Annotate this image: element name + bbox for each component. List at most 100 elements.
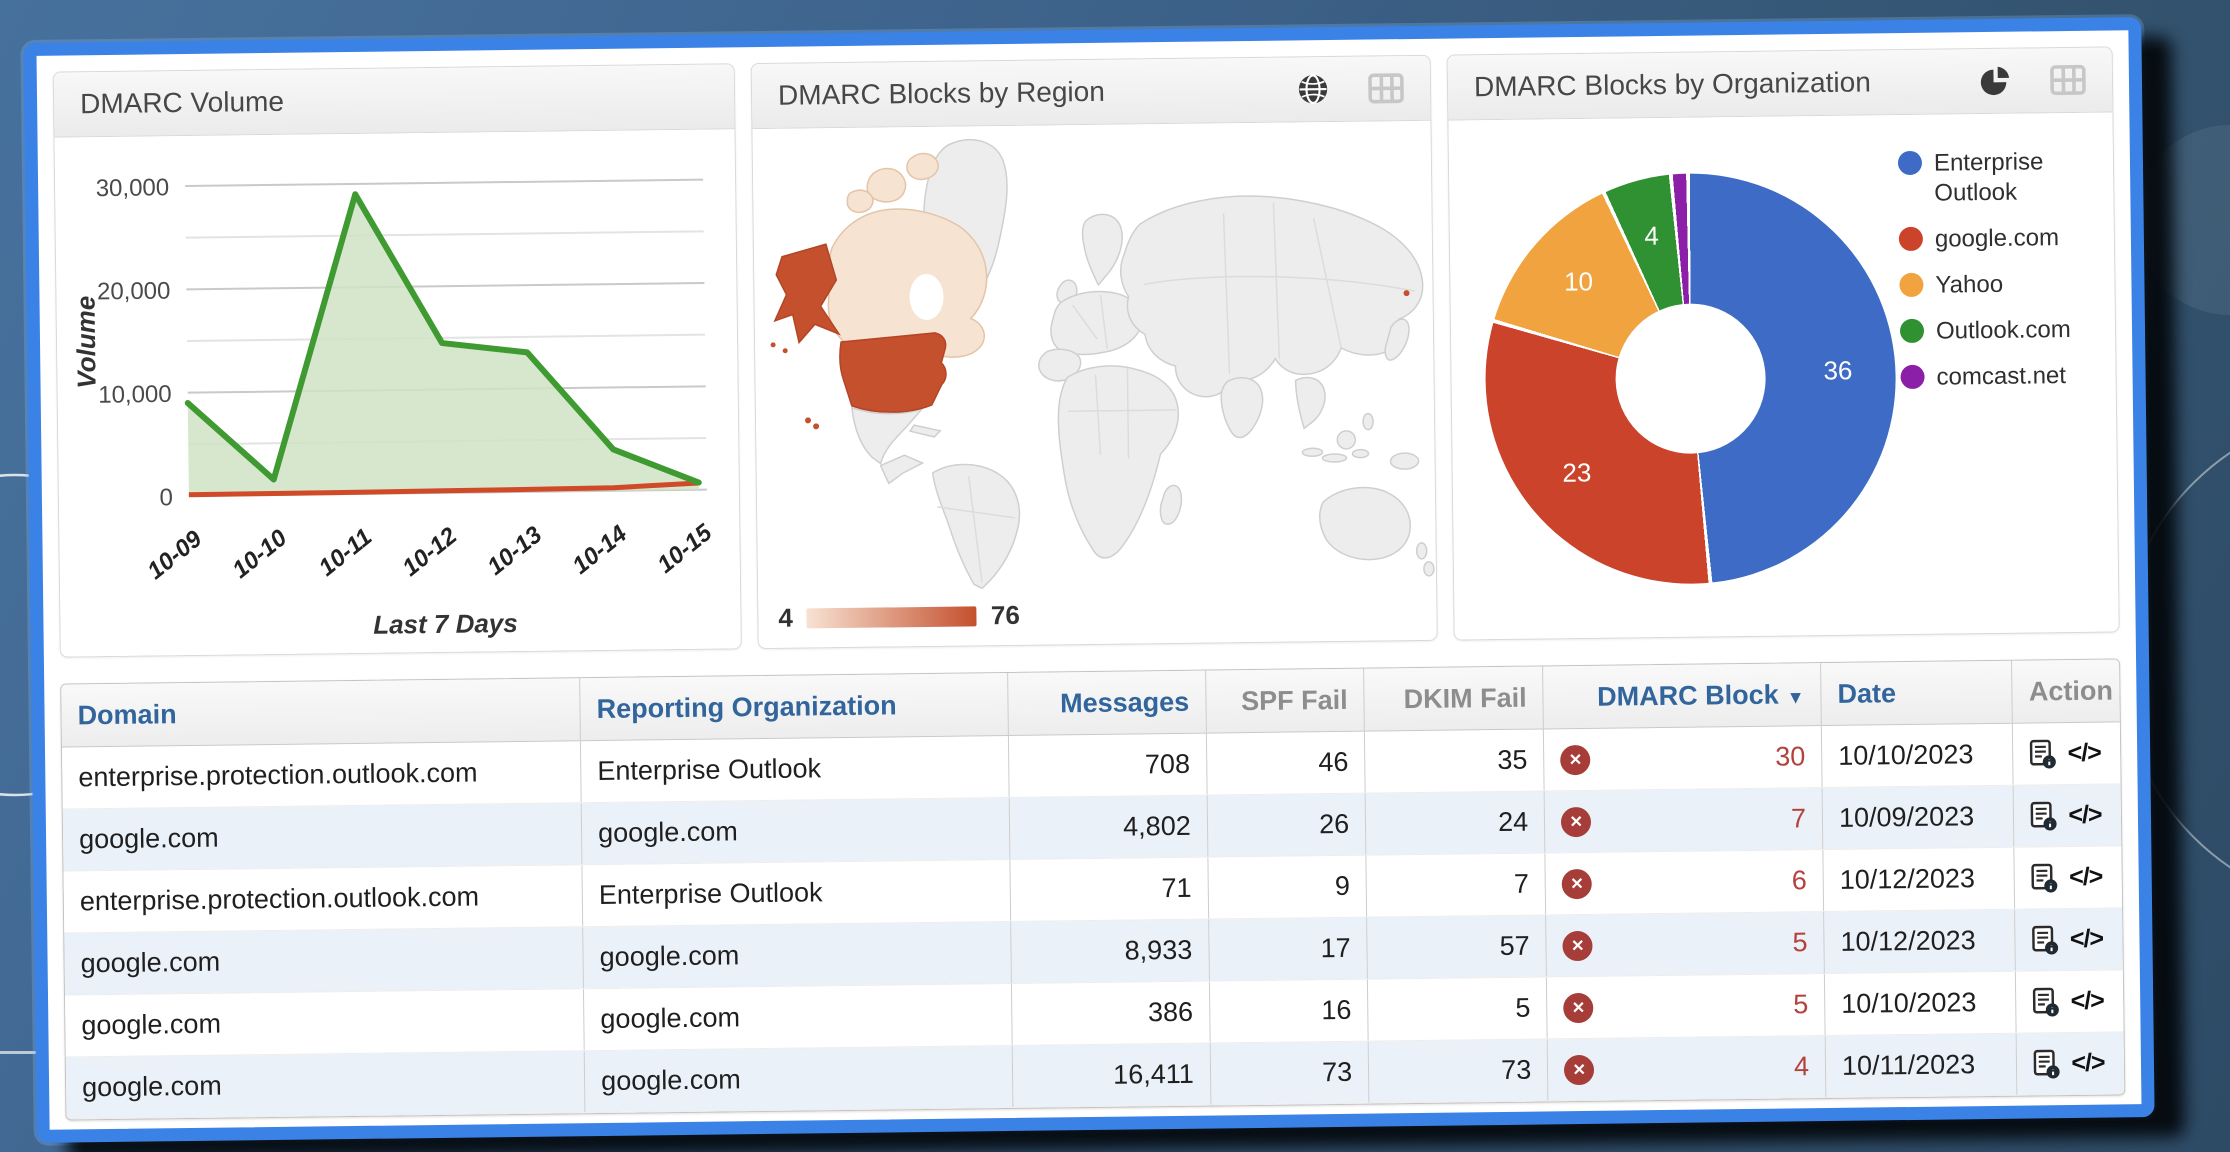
column-header-date[interactable]: Date	[1821, 661, 2013, 726]
map-central-america	[880, 455, 922, 484]
report-info-icon[interactable]	[2032, 925, 2060, 955]
map-new-guinea	[1390, 453, 1418, 469]
cell-reporting-organization: google.com	[584, 1045, 1013, 1112]
block-x-icon: ✕	[1563, 992, 1593, 1022]
globe-icon[interactable]	[1296, 72, 1330, 106]
region-map-body: 4 76	[752, 121, 1436, 648]
panel-header: DMARC Blocks by Region	[752, 56, 1431, 129]
column-header-domain[interactable]: Domain	[61, 678, 580, 747]
svg-text:Last 7 Days: Last 7 Days	[373, 608, 518, 640]
cell-dmarc-block: ✕30	[1544, 726, 1823, 791]
column-header-messages[interactable]: Messages	[1008, 671, 1206, 736]
report-info-icon[interactable]	[2029, 739, 2057, 769]
cell-dmarc-block: ✕4	[1547, 1036, 1826, 1101]
cell-dkim-fail: 7	[1366, 853, 1546, 917]
dmarc-block-count: 5	[1792, 927, 1807, 958]
legend-dot	[1900, 319, 1924, 343]
donut-legend: Enterprise Outlook google.com Yahoo	[1898, 147, 2106, 409]
map-africa	[1058, 365, 1180, 558]
slice-value-label: 4	[1644, 221, 1659, 252]
dmarc-block-count: 30	[1775, 741, 1805, 772]
legend-max-value: 76	[991, 600, 1020, 631]
legend-item: Outlook.com	[1900, 315, 2105, 348]
legend-dot	[1899, 273, 1923, 297]
map-cuba	[910, 425, 940, 437]
column-header-dkim-fail[interactable]: DKIM Fail	[1364, 666, 1544, 731]
cell-date: 10/12/2023	[1823, 847, 2015, 911]
cell-date: 10/10/2023	[1821, 723, 2013, 787]
column-header-reporting-organization[interactable]: Reporting Organization	[580, 673, 1009, 741]
slice-value-label: 36	[1823, 355, 1852, 386]
cell-date: 10/10/2023	[1824, 971, 2016, 1035]
table-icon[interactable]	[2050, 64, 2086, 96]
cell-action: </>	[2013, 722, 2121, 785]
column-header-dmarc-block[interactable]: DMARC Block▼	[1543, 663, 1822, 729]
panel-dmarc-volume: DMARC Volume 010,00020,00030,00010-0910-…	[53, 63, 742, 657]
org-donut-body: 3623104 Enterprise Outlook google.com	[1448, 112, 2118, 639]
cell-date: 10/11/2023	[1825, 1033, 2017, 1097]
xml-source-icon[interactable]: </>	[2070, 925, 2104, 954]
svg-text:0: 0	[159, 484, 173, 511]
legend-label: google.com	[1935, 223, 2059, 255]
xml-source-icon[interactable]: </>	[2067, 739, 2101, 768]
block-x-icon: ✕	[1563, 930, 1593, 960]
report-info-icon[interactable]	[2032, 987, 2060, 1017]
cell-date: 10/12/2023	[1824, 909, 2016, 973]
map-south-america	[933, 464, 1021, 589]
cell-dmarc-block: ✕7	[1544, 788, 1823, 853]
world-choropleth-map	[752, 121, 1436, 597]
cell-dkim-fail: 57	[1367, 915, 1547, 979]
cards-row: DMARC Volume 010,00020,00030,00010-0910-…	[53, 46, 2120, 657]
table-icon[interactable]	[1368, 72, 1404, 104]
panel-toolbar	[1296, 71, 1404, 106]
cell-dmarc-block: ✕5	[1547, 974, 1826, 1039]
legend-dot	[1899, 227, 1923, 251]
volume-area-chart: 010,00020,00030,00010-0910-1010-1110-121…	[55, 129, 741, 657]
map-madagascar	[1160, 485, 1182, 524]
report-info-icon[interactable]	[2031, 863, 2059, 893]
cell-dmarc-block: ✕5	[1546, 912, 1825, 977]
sort-desc-icon: ▼	[1787, 687, 1805, 707]
svg-text:10-12: 10-12	[397, 522, 462, 582]
map-indonesia	[1352, 450, 1368, 458]
choropleth-legend: 4 76	[778, 600, 1020, 634]
donut-chart: 3623104	[1483, 171, 1898, 586]
cell-domain: google.com	[64, 927, 583, 995]
legend-item: Yahoo	[1899, 269, 2104, 302]
xml-source-icon[interactable]: </>	[2070, 987, 2104, 1016]
cell-domain: google.com	[66, 1051, 585, 1119]
dmarc-block-count: 6	[1792, 865, 1807, 896]
dmarc-block-count: 5	[1793, 989, 1808, 1020]
column-header-spf-fail[interactable]: SPF Fail	[1205, 669, 1364, 733]
cell-domain: enterprise.protection.outlook.com	[62, 741, 581, 809]
svg-text:10-09: 10-09	[142, 525, 207, 585]
block-x-icon: ✕	[1561, 806, 1591, 836]
report-info-icon[interactable]	[2030, 801, 2058, 831]
legend-min-value: 4	[778, 603, 793, 634]
cell-dkim-fail: 73	[1368, 1039, 1548, 1103]
legend-item: Enterprise Outlook	[1898, 147, 2104, 210]
cell-action: </>	[2015, 908, 2123, 971]
xml-source-icon[interactable]: </>	[2068, 801, 2102, 830]
panel-dmarc-blocks-by-region: DMARC Blocks by Region	[751, 55, 1438, 649]
svg-text:10-13: 10-13	[482, 521, 547, 581]
map-indonesia	[1322, 454, 1346, 462]
xml-source-icon[interactable]: </>	[2069, 863, 2103, 892]
cell-reporting-organization: google.com	[584, 983, 1013, 1050]
legend-label: Yahoo	[1935, 270, 2003, 301]
block-x-icon: ✕	[1562, 868, 1592, 898]
xml-source-icon[interactable]: </>	[2071, 1049, 2105, 1078]
cell-spf-fail: 73	[1210, 1041, 1369, 1105]
cell-reporting-organization: Enterprise Outlook	[582, 859, 1011, 926]
cell-reporting-organization: Enterprise Outlook	[581, 735, 1010, 802]
svg-text:20,000: 20,000	[97, 278, 171, 306]
legend-dot	[1900, 365, 1924, 389]
cell-spf-fail: 17	[1208, 917, 1367, 981]
legend-item: google.com	[1899, 223, 2104, 256]
pie-chart-icon[interactable]	[1978, 64, 2012, 98]
svg-text:10-14: 10-14	[567, 520, 632, 579]
map-se-asia	[1296, 377, 1326, 428]
column-header-action[interactable]: Action	[2012, 659, 2120, 723]
cell-date: 10/09/2023	[1822, 785, 2014, 849]
report-info-icon[interactable]	[2033, 1049, 2061, 1079]
